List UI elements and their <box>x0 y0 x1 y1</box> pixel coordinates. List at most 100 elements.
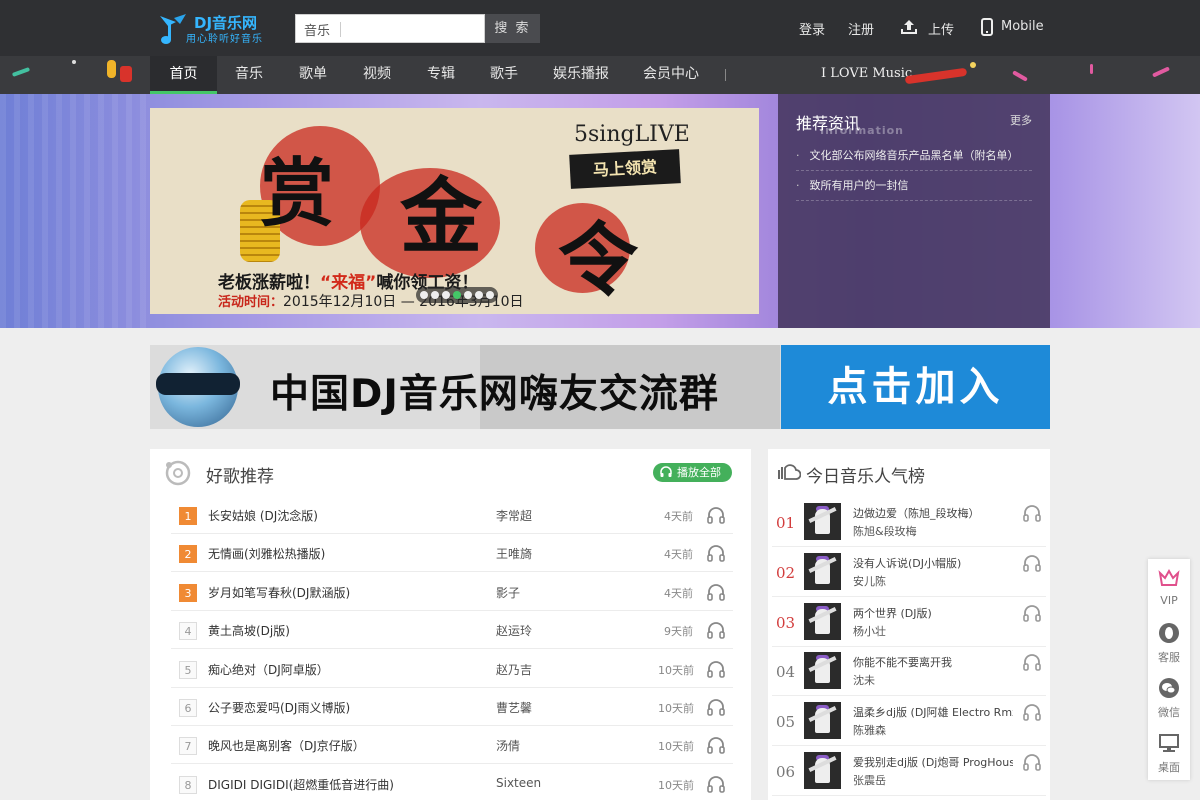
play-song-button[interactable] <box>706 697 726 717</box>
chart-song-title[interactable]: 你能不能不要离开我 <box>853 654 1013 670</box>
upload-icon[interactable] <box>901 18 917 36</box>
song-row[interactable]: 5 痴心绝对（DJ阿卓版） 赵乃吉 10天前 <box>171 650 733 688</box>
song-row[interactable]: 4 黄土高坡(Dj版) 赵运玲 9天前 <box>171 611 733 650</box>
chart-song-artist[interactable]: 杨小壮 <box>853 623 886 639</box>
song-cover-thumbnail[interactable] <box>804 752 841 789</box>
song-artist[interactable]: 李常超 <box>496 507 532 524</box>
chart-song-title[interactable]: 两个世界 (DJ版) <box>853 605 1013 621</box>
play-song-button[interactable] <box>1022 652 1042 672</box>
mobile-phone-icon[interactable] <box>979 18 995 36</box>
search-input[interactable] <box>346 18 476 39</box>
song-title[interactable]: 痴心绝对（DJ阿卓版） <box>208 661 329 678</box>
search-category[interactable]: 音乐 <box>304 20 330 39</box>
nav-entertainment[interactable]: 娱乐播报 <box>548 56 614 94</box>
wechat-button[interactable]: 微信 <box>1148 669 1190 724</box>
song-artist[interactable]: 影子 <box>496 584 520 601</box>
song-row[interactable]: 6 公子要恋爱吗(DJ雨义博版) 曹艺馨 10天前 <box>171 688 733 726</box>
chart-song-artist[interactable]: 陈旭&段玫梅 <box>853 523 917 539</box>
nav-videos[interactable]: 视频 <box>354 56 400 94</box>
song-cover-thumbnail[interactable] <box>804 503 841 540</box>
chart-row[interactable]: 04 你能不能不要离开我 沈未 <box>772 646 1046 697</box>
song-rank: 1 <box>179 507 197 525</box>
song-cover-thumbnail[interactable] <box>804 702 841 740</box>
song-row[interactable]: 2 无情画(刘雅松热播版) 王唯旖 4天前 <box>171 534 733 573</box>
news-item[interactable]: 文化部公布网络音乐产品黑名单（附名单） <box>796 141 1032 171</box>
carousel-dot-active[interactable] <box>453 291 461 299</box>
vip-button[interactable]: VIP <box>1148 559 1190 614</box>
play-all-button[interactable]: 播放全部 <box>653 463 732 482</box>
nav-singers[interactable]: 歌手 <box>481 56 527 94</box>
nav-member-center[interactable]: 会员中心 <box>638 56 704 94</box>
join-group-button[interactable]: 点击加入 <box>781 345 1050 429</box>
carousel-dot[interactable] <box>431 291 439 299</box>
play-song-button[interactable] <box>706 582 726 602</box>
chart-song-title[interactable]: 温柔乡dj版 (DJ阿雄 Electro Rmx <box>853 704 1013 720</box>
song-title[interactable]: 岁月如笔写春秋(DJ默涵版) <box>208 584 350 601</box>
upload-link[interactable]: 上传 <box>928 19 954 38</box>
chart-row[interactable]: 02 没有人诉说(DJ小帽版) 安儿陈 <box>772 547 1046 597</box>
song-row[interactable]: 7 晚风也是离别客（DJ京仔版） 汤倩 10天前 <box>171 726 733 765</box>
desktop-button[interactable]: 桌面 <box>1148 724 1190 779</box>
carousel-dot[interactable] <box>464 291 472 299</box>
chart-row[interactable]: 01 边做边爱（陈旭_段玫梅） 陈旭&段玫梅 <box>772 497 1046 547</box>
nav-music[interactable]: 音乐 <box>226 56 272 94</box>
chart-row[interactable]: 06 爱我别走dj版 (Dj炮哥 ProgHouse 张震岳 <box>772 746 1046 796</box>
chart-song-title[interactable]: 边做边爱（陈旭_段玫梅） <box>853 505 1013 521</box>
chart-song-artist[interactable]: 安儿陈 <box>853 573 886 589</box>
song-artist[interactable]: 王唯旖 <box>496 545 532 562</box>
song-artist[interactable]: 曹艺馨 <box>496 699 532 716</box>
chart-song-title[interactable]: 没有人诉说(DJ小帽版) <box>853 555 1013 571</box>
play-song-button[interactable] <box>1022 702 1042 722</box>
play-song-button[interactable] <box>706 620 726 640</box>
carousel-dot[interactable] <box>442 291 450 299</box>
mobile-link[interactable]: Mobile <box>1001 19 1044 34</box>
song-artist[interactable]: 赵乃吉 <box>496 661 532 678</box>
carousel-dot[interactable] <box>486 291 494 299</box>
song-artist[interactable]: 赵运玲 <box>496 622 532 639</box>
chart-song-artist[interactable]: 张震岳 <box>853 772 886 788</box>
song-title[interactable]: 长安姑娘 (DJ沈念版) <box>208 507 318 524</box>
song-row[interactable]: 1 长安姑娘 (DJ沈念版) 李常超 4天前 <box>171 496 733 534</box>
song-cover-thumbnail[interactable] <box>804 552 841 590</box>
customer-service-button[interactable]: 客服 <box>1148 614 1190 669</box>
song-row[interactable]: 8 DIGIDI DIGIDI(超燃重低音进行曲) Sixteen 10天前 <box>171 765 733 800</box>
play-song-button[interactable] <box>1022 603 1042 623</box>
nav-albums[interactable]: 专辑 <box>418 56 464 94</box>
play-song-button[interactable] <box>706 735 726 755</box>
chart-song-artist[interactable]: 沈未 <box>853 672 875 688</box>
site-logo[interactable]: DJ音乐网 用心聆听好音乐 <box>152 10 272 48</box>
song-title[interactable]: 公子要恋爱吗(DJ雨义博版) <box>208 699 350 716</box>
login-link[interactable]: 登录 <box>799 19 825 38</box>
play-song-button[interactable] <box>706 659 726 679</box>
chart-song-artist[interactable]: 陈雅森 <box>853 722 886 738</box>
song-artist[interactable]: Sixteen <box>496 776 541 790</box>
desktop-label: 桌面 <box>1158 761 1180 774</box>
song-title[interactable]: DIGIDI DIGIDI(超燃重低音进行曲) <box>208 776 394 793</box>
song-cover-thumbnail[interactable] <box>804 602 841 640</box>
song-artist[interactable]: 汤倩 <box>496 737 520 754</box>
song-title[interactable]: 无情画(刘雅松热播版) <box>208 545 325 562</box>
carousel-dot[interactable] <box>475 291 483 299</box>
carousel-dot[interactable] <box>420 291 428 299</box>
search-button[interactable]: 搜 索 <box>485 14 540 43</box>
hero-banner-image[interactable]: 赏 金 令 5singLIVE 马上领赏 老板涨薪啦！“来福”喊你领工资！ 活动… <box>150 108 759 314</box>
play-song-button[interactable] <box>1022 752 1042 772</box>
chart-row[interactable]: 05 温柔乡dj版 (DJ阿雄 Electro Rmx 陈雅森 <box>772 696 1046 747</box>
song-title[interactable]: 晚风也是离别客（DJ京仔版） <box>208 737 365 754</box>
play-song-button[interactable] <box>706 505 726 525</box>
play-song-button[interactable] <box>1022 503 1042 523</box>
play-song-button[interactable] <box>706 543 726 563</box>
song-row[interactable]: 3 岁月如笔写春秋(DJ默涵版) 影子 4天前 <box>171 573 733 611</box>
news-more-link[interactable]: 更多 <box>1010 112 1032 128</box>
nav-home[interactable]: 首页 <box>150 56 217 94</box>
qq-group-banner[interactable]: 中国DJ音乐网嗨友交流群 点击加入 <box>150 345 1050 429</box>
play-song-button[interactable] <box>1022 553 1042 573</box>
chart-row[interactable]: 03 两个世界 (DJ版) 杨小壮 <box>772 597 1046 647</box>
register-link[interactable]: 注册 <box>848 19 874 38</box>
song-title[interactable]: 黄土高坡(Dj版) <box>208 622 290 639</box>
news-item[interactable]: 致所有用户的一封信 <box>796 171 1032 201</box>
song-cover-thumbnail[interactable] <box>804 652 841 690</box>
nav-playlists[interactable]: 歌单 <box>290 56 336 94</box>
play-song-button[interactable] <box>706 774 726 794</box>
chart-song-title[interactable]: 爱我别走dj版 (Dj炮哥 ProgHouse <box>853 754 1013 770</box>
